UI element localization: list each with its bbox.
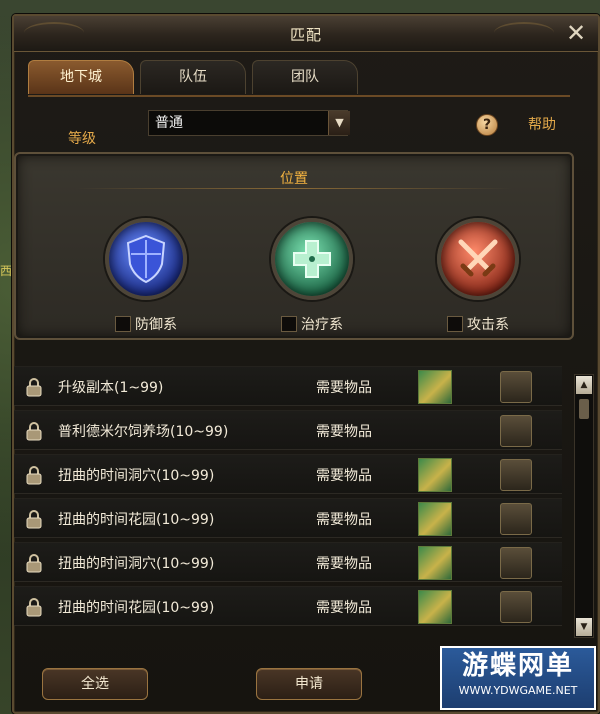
- watermark-logo: 游蝶网单: [461, 651, 574, 681]
- apply-button[interactable]: 申请: [256, 668, 362, 700]
- help-link[interactable]: 帮助: [528, 114, 556, 134]
- tab-party[interactable]: 队伍: [140, 60, 246, 94]
- cross-icon[interactable]: [271, 218, 353, 300]
- dungeon-list: 升级副本(1~99) 需要物品 普利德米尔饲养场(10~99) 需要物品 扭曲的…: [14, 356, 562, 638]
- requirement-text: 需要物品: [316, 600, 372, 616]
- title-bar: 匹配 ✕: [14, 16, 598, 52]
- scroll-icon[interactable]: [500, 415, 532, 447]
- list-scrollbar[interactable]: ▲ ▼: [574, 374, 594, 638]
- role-panel-title: 位置: [280, 171, 308, 187]
- lock-icon: [26, 598, 42, 617]
- item-icon[interactable]: [418, 590, 452, 624]
- site-watermark: 游蝶网单 WWW.YDWGAME.NET: [440, 646, 596, 710]
- tab-bar: 地下城 队伍 团队: [28, 60, 364, 96]
- list-item[interactable]: 扭曲的时间花园(10~99) 需要物品: [14, 498, 562, 538]
- dungeon-name: 扭曲的时间花园(10~99): [58, 512, 215, 528]
- crossed-swords-icon[interactable]: [437, 218, 519, 300]
- list-item[interactable]: 扭曲的时间花园(10~99) 需要物品: [14, 586, 562, 626]
- scroll-icon[interactable]: [500, 459, 532, 491]
- role-label-attack: 攻击系: [467, 317, 509, 333]
- scroll-down-icon[interactable]: ▼: [576, 618, 592, 636]
- select-all-button[interactable]: 全选: [42, 668, 148, 700]
- requirement-text: 需要物品: [316, 556, 372, 572]
- role-defense: 防御系: [76, 218, 216, 334]
- level-select[interactable]: 普通: [148, 110, 348, 136]
- tab-divider: [28, 95, 570, 97]
- role-panel: 位置 防御系 治疗系 攻击系: [14, 152, 574, 340]
- dungeon-name: 扭曲的时间洞穴(10~99): [58, 468, 215, 484]
- scroll-icon[interactable]: [500, 503, 532, 535]
- role-healer: 治疗系: [242, 218, 382, 334]
- lock-icon: [26, 466, 42, 485]
- scroll-up-icon[interactable]: ▲: [576, 376, 592, 394]
- tab-raid[interactable]: 团队: [252, 60, 358, 94]
- lock-icon: [26, 422, 42, 441]
- role-attack: 攻击系: [408, 218, 548, 334]
- item-icon[interactable]: [418, 458, 452, 492]
- requirement-text: 需要物品: [316, 380, 372, 396]
- help-icon[interactable]: ?: [476, 114, 498, 136]
- lock-icon: [26, 510, 42, 529]
- lock-icon: [26, 554, 42, 573]
- scroll-thumb[interactable]: [579, 399, 589, 419]
- checkbox-attack[interactable]: [447, 316, 463, 332]
- watermark-url: WWW.YDWGAME.NET: [458, 684, 578, 697]
- list-item[interactable]: 扭曲的时间洞穴(10~99) 需要物品: [14, 542, 562, 582]
- role-label-defense: 防御系: [135, 317, 177, 333]
- dungeon-name: 升级副本(1~99): [58, 380, 164, 396]
- list-item[interactable]: 扭曲的时间洞穴(10~99) 需要物品: [14, 454, 562, 494]
- role-label-healer: 治疗系: [301, 317, 343, 333]
- requirement-text: 需要物品: [316, 468, 372, 484]
- shield-icon[interactable]: [105, 218, 187, 300]
- requirement-text: 需要物品: [316, 424, 372, 440]
- scroll-icon[interactable]: [500, 371, 532, 403]
- scroll-icon[interactable]: [500, 547, 532, 579]
- checkbox-defense[interactable]: [115, 316, 131, 332]
- level-label: 等级: [68, 131, 96, 147]
- lock-icon: [26, 378, 42, 397]
- window-title: 匹配: [289, 26, 322, 44]
- dungeon-name: 扭曲的时间花园(10~99): [58, 600, 215, 616]
- dungeon-name: 扭曲的时间洞穴(10~99): [58, 556, 215, 572]
- role-title-divider: [76, 188, 512, 189]
- checkbox-healer[interactable]: [281, 316, 297, 332]
- item-icon[interactable]: [418, 502, 452, 536]
- list-item[interactable]: 普利德米尔饲养场(10~99) 需要物品: [14, 410, 562, 450]
- scroll-icon[interactable]: [500, 591, 532, 623]
- item-icon[interactable]: [418, 370, 452, 404]
- requirement-text: 需要物品: [316, 512, 372, 528]
- close-icon[interactable]: ✕: [562, 21, 590, 47]
- dungeon-name: 普利德米尔饲养场(10~99): [58, 424, 229, 440]
- item-icon[interactable]: [418, 546, 452, 580]
- list-item[interactable]: 升级副本(1~99) 需要物品: [14, 366, 562, 406]
- tab-dungeon[interactable]: 地下城: [28, 60, 134, 94]
- chevron-down-icon[interactable]: ▼: [328, 111, 350, 135]
